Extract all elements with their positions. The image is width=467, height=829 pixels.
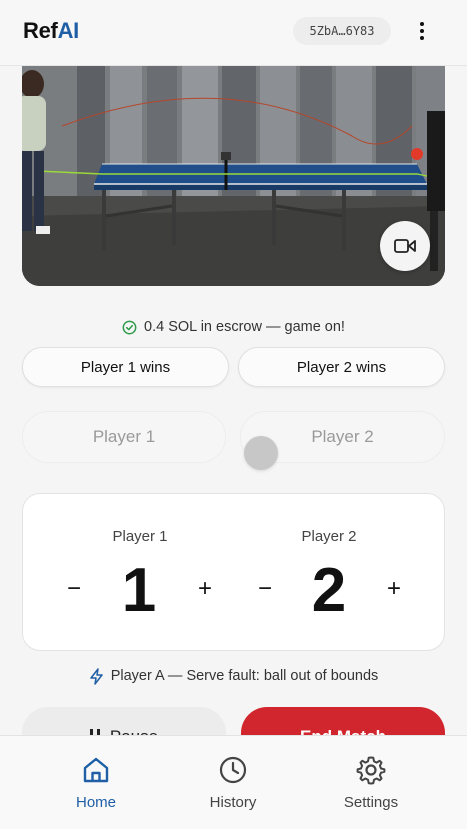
tab-home[interactable]: Home <box>36 736 156 829</box>
player1-selector[interactable]: Player 1 <box>22 411 226 463</box>
player2-score: 2 <box>311 556 347 625</box>
tab-history-label: History <box>209 794 257 811</box>
player1-score-name: Player 1 <box>112 528 168 545</box>
player1-decrement-button[interactable]: − <box>60 572 88 606</box>
logo-prefix: Ref <box>23 18 58 43</box>
last-call-status: Player A — Serve fault: ball out of boun… <box>0 665 467 687</box>
tab-history[interactable]: History <box>173 736 293 829</box>
camera-toggle-button[interactable] <box>380 221 430 271</box>
player1-increment-button[interactable]: + <box>191 572 219 606</box>
home-icon <box>83 757 109 783</box>
player2-score-name: Player 2 <box>301 528 357 545</box>
last-call-text: Player A — Serve fault: ball out of boun… <box>110 668 379 684</box>
player1-score: 1 <box>121 556 157 625</box>
tab-settings-label: Settings <box>343 794 399 811</box>
selector-toggle-knob[interactable] <box>244 436 278 470</box>
app-logo: RefAI <box>23 18 79 44</box>
escrow-status: 0.4 SOL in escrow — game on! <box>0 316 467 338</box>
player2-decrement-button[interactable]: − <box>251 572 279 606</box>
tab-settings[interactable]: Settings <box>311 736 431 829</box>
video-camera-icon <box>394 239 416 253</box>
player1-wins-button[interactable]: Player 1 wins <box>22 347 229 387</box>
check-circle-icon <box>122 320 137 334</box>
gear-icon <box>356 756 386 785</box>
lightning-icon <box>89 667 103 685</box>
app-header: RefAI 5ZbA…6Y83 <box>0 0 467 66</box>
tab-home-label: Home <box>75 794 116 811</box>
player2-wins-button[interactable]: Player 2 wins <box>238 347 445 387</box>
escrow-text: 0.4 SOL in escrow — game on! <box>144 319 345 335</box>
logo-suffix: AI <box>57 18 80 43</box>
more-vertical-icon[interactable] <box>410 19 434 43</box>
bottom-tab-bar: Home History Settings <box>0 735 467 829</box>
scoreboard-card: Player 1 Player 2 − 1 + − 2 + <box>22 493 445 651</box>
clock-icon <box>219 756 247 784</box>
wallet-address-button[interactable]: 5ZbA…6Y83 <box>293 17 391 45</box>
player2-increment-button[interactable]: + <box>380 572 408 606</box>
